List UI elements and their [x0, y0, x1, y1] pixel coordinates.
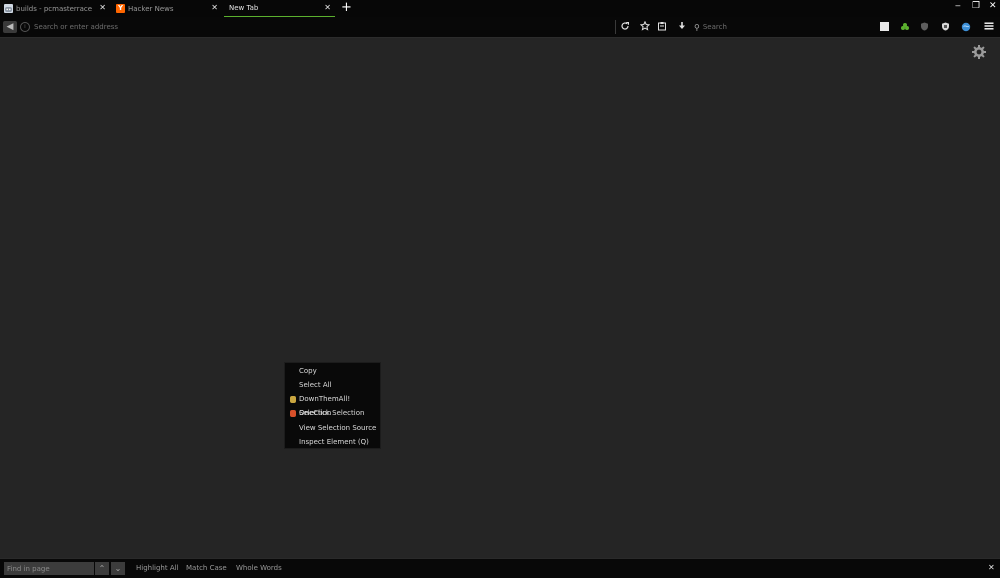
tab-strip: builds - pcmasterrace ✕ Y Hacker News ✕ …	[0, 0, 1000, 17]
globe-icon[interactable]	[961, 22, 971, 32]
shield-icon[interactable]	[920, 22, 929, 31]
match-case-option[interactable]: Match Case	[186, 564, 227, 572]
menu-item-label: Select All	[299, 381, 332, 389]
tab-title: Hacker News	[128, 4, 174, 13]
menu-item-select-all[interactable]: Select All	[285, 378, 382, 392]
tab-title: New Tab	[229, 4, 259, 12]
tab-hacker-news[interactable]: Y Hacker News ✕	[112, 0, 222, 17]
find-next-button[interactable]: ⌄	[111, 562, 125, 575]
bookmark-star-icon[interactable]	[639, 20, 651, 33]
menu-item-label: View Selection Source	[299, 424, 377, 432]
search-input[interactable]	[702, 23, 798, 31]
tab-title: builds - pcmasterrace	[16, 4, 93, 13]
search-icon: ⚲	[694, 22, 700, 32]
menu-item-label: OneClick Selection	[299, 409, 365, 417]
reload-icon[interactable]	[619, 21, 631, 33]
extension-square-icon[interactable]	[880, 22, 889, 31]
search-bar[interactable]: ⚲	[694, 21, 804, 33]
menu-item-downthemall-selection[interactable]: DownThemAll! Selection	[285, 392, 382, 417]
menu-item-label: Copy	[299, 367, 317, 375]
new-tab-button[interactable]: +	[341, 1, 352, 15]
oneclick-icon	[290, 410, 296, 417]
puzzle-extension-icon[interactable]	[900, 22, 909, 31]
gear-icon[interactable]	[971, 44, 987, 60]
menu-item-view-selection-source[interactable]: View Selection Source	[285, 421, 382, 435]
clipboard-icon[interactable]	[656, 21, 668, 33]
whole-words-option[interactable]: Whole Words	[236, 564, 282, 572]
y-combinator-icon: Y	[116, 4, 125, 13]
restore-button[interactable]: ❐	[972, 2, 980, 11]
tab-close-icon[interactable]: ✕	[211, 3, 218, 12]
find-bar-close-icon[interactable]: ✕	[988, 563, 995, 572]
highlight-all-option[interactable]: Highlight All	[136, 564, 179, 572]
page-content	[0, 38, 1000, 558]
menu-item-inspect-element[interactable]: Inspect Element (Q)	[285, 435, 382, 449]
find-in-page-input[interactable]	[4, 562, 94, 575]
downthemall-icon	[290, 396, 296, 403]
ublock-shield-icon[interactable]	[941, 22, 950, 31]
download-icon[interactable]	[676, 21, 688, 33]
tab-new-tab[interactable]: New Tab ✕	[224, 0, 335, 17]
tab-close-icon[interactable]: ✕	[324, 3, 331, 12]
tab-builds-pcmasterrace[interactable]: builds - pcmasterrace ✕	[0, 0, 110, 17]
address-bar-input[interactable]	[34, 21, 594, 33]
hamburger-menu-icon[interactable]	[983, 21, 995, 33]
site-info-icon[interactable]: i	[20, 22, 30, 32]
navigation-toolbar: ◀ i ⚲	[0, 17, 1000, 38]
back-button[interactable]: ◀	[3, 21, 17, 33]
tab-close-icon[interactable]: ✕	[99, 3, 106, 12]
find-previous-button[interactable]: ⌃	[95, 562, 109, 575]
menu-item-oneclick-selection[interactable]: OneClick Selection	[285, 406, 382, 420]
find-bar: ⌃ ⌄ Highlight All Match Case Whole Words…	[0, 558, 1000, 578]
context-menu: Copy Select All DownThemAll! Selection O…	[284, 362, 381, 449]
menu-item-label: Inspect Element (Q)	[299, 438, 369, 446]
toolbar-separator	[615, 20, 616, 34]
minimize-button[interactable]: ‒	[955, 2, 961, 11]
menu-item-copy[interactable]: Copy	[285, 364, 382, 378]
window-close-button[interactable]: ✕	[989, 2, 997, 11]
reddit-icon	[4, 4, 13, 13]
